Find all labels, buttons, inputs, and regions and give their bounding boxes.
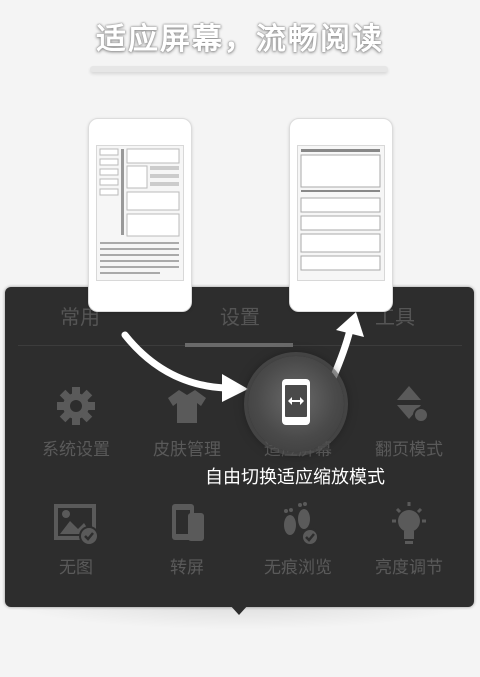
tab-settings[interactable]: 设置	[190, 301, 290, 330]
phone-original-layout	[88, 118, 192, 312]
shirt-icon	[168, 390, 206, 423]
grid-item-label: 转屏	[170, 558, 204, 578]
gear-icon	[57, 387, 95, 425]
adapted-layout-screen	[297, 145, 385, 281]
grid-item-label: 翻页模式	[375, 440, 443, 460]
original-layout-illustration	[99, 148, 180, 274]
page-turn-icon	[397, 386, 429, 423]
feature-caption: 自由切换适应缩放模式	[205, 467, 385, 488]
grid-item-page-turn-mode[interactable]: 翻页模式	[354, 381, 464, 461]
no-image-icon	[54, 504, 99, 546]
grid-item-no-image[interactable]: 无图	[21, 499, 131, 579]
adapted-layout-illustration	[300, 149, 381, 271]
tab-active-indicator	[185, 343, 293, 347]
grid-item-label: 皮肤管理	[153, 440, 221, 460]
grid-item-brightness[interactable]: 亮度调节	[354, 499, 464, 579]
grid-item-system-settings[interactable]: 系统设置	[21, 381, 131, 461]
fit-screen-highlight-button[interactable]	[248, 356, 344, 452]
double-arrow-icon	[288, 397, 304, 405]
grid-item-rotate-screen[interactable]: 转屏	[132, 499, 242, 579]
grid-item-label: 亮度调节	[375, 558, 443, 578]
page-headline: 适应屏幕，流畅阅读	[96, 22, 384, 57]
phone-adapted-layout	[289, 118, 393, 312]
bulb-icon	[392, 502, 426, 544]
original-layout-screen	[96, 145, 184, 281]
rotate-screen-icon	[172, 504, 204, 541]
grid-item-incognito-browsing[interactable]: 无痕浏览	[243, 499, 353, 579]
grid-item-skin-management[interactable]: 皮肤管理	[132, 381, 242, 461]
panel-pointer	[229, 604, 249, 615]
grid-item-label: 无图	[59, 558, 93, 578]
grid-item-label: 无痕浏览	[264, 558, 332, 578]
footprints-icon	[284, 502, 319, 546]
headline-underline	[90, 66, 388, 72]
fit-screen-icon	[282, 379, 310, 425]
grid-item-label: 系统设置	[42, 440, 110, 460]
